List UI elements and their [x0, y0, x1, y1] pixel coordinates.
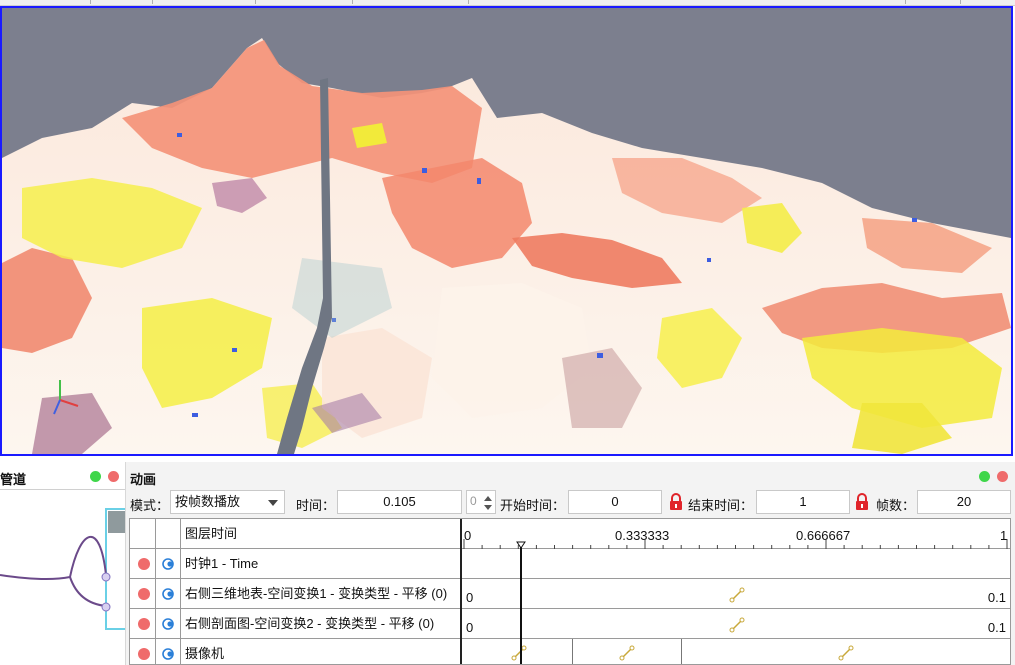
track-cell	[156, 609, 181, 639]
animation-panel: 动画 模式： 按帧数播放 时间： 0.105 0 开始时间： 0 结束时间： 1	[126, 462, 1015, 665]
track-record-icon[interactable]	[138, 618, 150, 630]
track-end-value: 0.1	[987, 590, 1006, 605]
track-start-value: 0	[466, 590, 474, 605]
header-cell	[156, 519, 181, 549]
keyframe-icon[interactable]	[838, 645, 854, 661]
pipeline-graph[interactable]	[0, 489, 126, 665]
3d-render-viewport[interactable]	[0, 6, 1013, 456]
track-cell	[130, 609, 156, 639]
toolbar-separator	[255, 0, 256, 4]
timeline-track-table: 图层时间 0 0.333333 0.666667 1 时钟1 - Time 右侧…	[129, 518, 1011, 665]
track-record-icon[interactable]	[138, 558, 150, 570]
track-timeline[interactable]	[463, 549, 1010, 579]
time-label: 时间：	[296, 498, 336, 513]
track-record-icon[interactable]	[138, 648, 150, 660]
toggle-icon[interactable]	[162, 558, 175, 570]
track-row[interactable]: 右侧剖面图-空间变换2 - 变换类型 - 平移 (0) 0 0.1	[130, 609, 1010, 639]
track-cell	[130, 549, 156, 579]
track-end-value: 0.1	[987, 620, 1006, 635]
animation-close-icon[interactable]	[997, 471, 1008, 482]
frames-input[interactable]: 20	[917, 490, 1011, 514]
mode-select-value: 按帧数播放	[175, 494, 241, 509]
track-cell	[130, 579, 156, 609]
pipeline-panel: 管道	[0, 462, 126, 665]
start-time-input[interactable]: 0	[568, 490, 662, 514]
track-label: 右侧剖面图-空间变换2 - 变换类型 - 平移 (0)	[181, 609, 462, 639]
timeline-header-row: 图层时间 0 0.333333 0.666667 1	[130, 519, 1010, 549]
time-stepper-value: 0	[470, 494, 477, 508]
keyframe-icon[interactable]	[619, 645, 635, 661]
track-cell	[156, 639, 181, 664]
animation-controls: 模式： 按帧数播放 时间： 0.105 0 开始时间： 0 结束时间： 1 帧数…	[126, 488, 1015, 518]
toolbar-separator	[960, 0, 961, 4]
chevron-down-icon	[268, 500, 278, 506]
end-time-input[interactable]: 1	[756, 490, 850, 514]
stepper-up-icon[interactable]	[484, 496, 492, 501]
toolbar-separator	[352, 0, 353, 4]
track-cell	[156, 549, 181, 579]
track-timeline[interactable]	[463, 639, 1010, 664]
start-time-label: 开始时间：	[500, 498, 566, 513]
track-label: 时钟1 - Time	[181, 549, 462, 579]
track-label: 摄像机	[181, 639, 462, 664]
animation-maximize-icon[interactable]	[979, 471, 990, 482]
timeline-playhead[interactable]	[520, 543, 522, 664]
frames-label: 帧数：	[876, 498, 916, 513]
pipeline-panel-title: 管道	[0, 472, 27, 487]
header-cell	[130, 519, 156, 549]
camera-segment-divider	[572, 639, 573, 664]
track-row[interactable]: 右侧三维地表-空间变换1 - 变换类型 - 平移 (0) 0 0.1	[130, 579, 1010, 609]
track-record-icon[interactable]	[138, 588, 150, 600]
toolbar-separator	[152, 0, 153, 4]
layer-time-header: 图层时间	[181, 519, 462, 549]
track-timeline[interactable]: 0 0.1	[463, 579, 1010, 609]
keyframe-icon[interactable]	[729, 587, 745, 603]
track-label: 右侧三维地表-空间变换1 - 变换类型 - 平移 (0)	[181, 579, 462, 609]
track-row[interactable]: 摄像机	[130, 639, 1010, 664]
animation-panel-title: 动画	[130, 472, 157, 487]
keyframe-icon[interactable]	[511, 645, 527, 661]
terrain-render	[2, 8, 1011, 454]
mode-label: 模式：	[130, 498, 170, 513]
camera-segment-divider	[681, 639, 682, 664]
track-timeline[interactable]: 0 0.1	[463, 609, 1010, 639]
toolbar-separator	[468, 0, 469, 4]
mode-select[interactable]: 按帧数播放	[170, 490, 285, 514]
toggle-icon[interactable]	[162, 588, 175, 600]
timeline-ruler[interactable]: 0 0.333333 0.666667 1	[463, 519, 1010, 549]
time-stepper[interactable]: 0	[466, 490, 496, 514]
track-row[interactable]: 时钟1 - Time	[130, 549, 1010, 579]
end-time-label: 结束时间：	[688, 498, 754, 513]
lock-icon[interactable]	[666, 492, 686, 512]
stepper-down-icon[interactable]	[484, 505, 492, 510]
lock-icon[interactable]	[852, 492, 872, 512]
time-input[interactable]: 0.105	[337, 490, 462, 514]
toolbar-separator	[905, 0, 906, 4]
pipeline-close-icon[interactable]	[108, 471, 119, 482]
track-start-value: 0	[466, 620, 474, 635]
keyframe-icon[interactable]	[729, 617, 745, 633]
toggle-icon[interactable]	[162, 618, 175, 630]
pipeline-maximize-icon[interactable]	[90, 471, 101, 482]
ruler-ticks	[463, 539, 1008, 549]
track-cell	[156, 579, 181, 609]
toggle-icon[interactable]	[162, 648, 175, 660]
playhead-marker-icon[interactable]	[516, 541, 526, 549]
track-cell	[130, 639, 156, 664]
toolbar-separator	[90, 0, 91, 4]
